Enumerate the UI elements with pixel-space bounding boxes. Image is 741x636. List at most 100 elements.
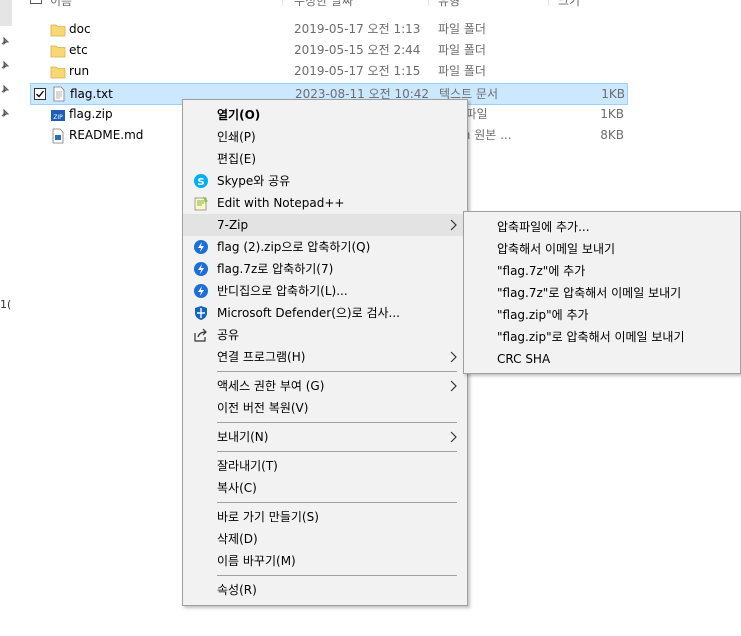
menu-item-share[interactable]: 공유 (183, 324, 467, 346)
file-type: 파일 폴더 (438, 43, 486, 57)
menu-item-label: 편집(E) (217, 152, 257, 166)
submenu-item-crc-sha[interactable]: CRC SHA (464, 348, 740, 370)
menu-item-send-to[interactable]: 보내기(N) (183, 426, 467, 448)
bandizip-icon (194, 284, 208, 298)
menu-item-7zip[interactable]: 7-Zip (183, 214, 467, 236)
folder-icon (50, 24, 66, 37)
menu-item-notepad-plus-plus[interactable]: Edit with Notepad++ (183, 192, 467, 214)
pin-icon[interactable] (0, 60, 10, 70)
menu-item-print[interactable]: 인쇄(P) (183, 126, 467, 148)
submenu-item-label: "flag.7z"로 압축해서 이메일 보내기 (497, 286, 682, 300)
submenu-item-compress-email[interactable]: 압축해서 이메일 보내기 (464, 238, 740, 260)
file-date: 2019-05-17 오전 1:13 (294, 22, 421, 36)
file-type: 파일 폴더 (438, 22, 486, 36)
menu-item-open[interactable]: 열기(O) (183, 104, 467, 126)
folder-icon (50, 66, 66, 79)
menu-item-cut[interactable]: 잘라내기(T) (183, 455, 467, 477)
column-header-type[interactable]: 유형 (438, 0, 460, 9)
file-name: etc (69, 43, 88, 57)
file-size: 1KB (600, 107, 624, 121)
row-checkbox[interactable] (34, 88, 46, 100)
svg-text:S: S (197, 177, 204, 188)
file-size: 8KB (600, 128, 624, 142)
menu-item-label: Microsoft Defender(으)로 검사... (217, 306, 400, 320)
column-divider[interactable] (282, 0, 283, 6)
submenu-item-add-zip[interactable]: "flag.zip"에 추가 (464, 304, 740, 326)
submenu-item-label: 압축파일에 추가... (497, 220, 590, 234)
menu-item-label: 복사(C) (217, 481, 257, 495)
check-icon (36, 90, 45, 98)
file-row[interactable]: run 2019-05-17 오전 1:15 파일 폴더 (30, 61, 628, 83)
menu-item-edit[interactable]: 편집(E) (183, 148, 467, 170)
menu-item-give-access[interactable]: 액세스 권한 부여 (G) (183, 375, 467, 397)
menu-item-label: flag.7z로 압축하기(7) (217, 262, 334, 276)
notepad-plus-plus-icon (194, 196, 208, 211)
pin-icon[interactable] (0, 84, 10, 94)
menu-item-compress-zip[interactable]: flag (2).zip으로 압축하기(Q) (183, 236, 467, 258)
defender-icon (195, 306, 207, 320)
menu-item-label: Edit with Notepad++ (217, 196, 345, 210)
column-divider[interactable] (548, 0, 549, 6)
file-date: 2019-05-17 오전 1:15 (294, 64, 421, 78)
file-type: 파일 폴더 (438, 64, 486, 78)
submenu-item-label: CRC SHA (497, 352, 551, 366)
select-all-checkbox[interactable] (30, 0, 42, 4)
menu-separator (217, 422, 457, 423)
submenu-item-7z-email[interactable]: "flag.7z"로 압축해서 이메일 보내기 (464, 282, 740, 304)
submenu-item-zip-email[interactable]: "flag.zip"로 압축해서 이메일 보내기 (464, 326, 740, 348)
menu-item-properties[interactable]: 속성(R) (183, 579, 467, 601)
file-name: flag.txt (70, 87, 113, 101)
menu-item-compress-7z[interactable]: flag.7z로 압축하기(7) (183, 258, 467, 280)
column-header-size[interactable]: 크기 (558, 0, 580, 9)
column-divider[interactable] (428, 0, 429, 6)
file-name: flag.zip (69, 107, 113, 121)
menu-item-create-shortcut[interactable]: 바로 가기 만들기(S) (183, 506, 467, 528)
file-row[interactable]: doc 2019-05-17 오전 1:13 파일 폴더 (30, 19, 628, 41)
submenu-item-label: "flag.zip"에 추가 (497, 308, 589, 322)
menu-item-defender-scan[interactable]: Microsoft Defender(으)로 검사... (183, 302, 467, 324)
menu-item-open-with[interactable]: 연결 프로그램(H) (183, 346, 467, 368)
bandizip-icon (194, 262, 208, 276)
menu-item-restore-previous[interactable]: 이전 버전 복원(V) (183, 397, 467, 419)
menu-separator (217, 371, 457, 372)
file-size: 1KB (601, 87, 625, 101)
markdown-file-icon (52, 128, 64, 144)
menu-separator (217, 502, 457, 503)
file-row[interactable]: etc 2019-05-15 오전 2:44 파일 폴더 (30, 40, 628, 62)
navigation-pane: 1( (0, 0, 13, 636)
menu-item-label: 속성(R) (217, 583, 257, 597)
menu-item-label: flag (2).zip으로 압축하기(Q) (217, 240, 371, 254)
menu-item-copy[interactable]: 복사(C) (183, 477, 467, 499)
file-date: 2019-05-15 오전 2:44 (294, 43, 421, 57)
menu-separator (217, 575, 457, 576)
menu-item-share-skype[interactable]: S Skype와 공유 (183, 170, 467, 192)
pin-icon[interactable] (0, 36, 10, 46)
chevron-right-icon (450, 380, 457, 392)
menu-item-label: 연결 프로그램(H) (217, 350, 306, 364)
menu-item-label: 공유 (217, 328, 240, 342)
column-header-date[interactable]: 수정한 날짜 (294, 0, 353, 9)
share-icon (194, 328, 207, 342)
menu-item-label: 액세스 권한 부여 (G) (217, 379, 325, 393)
svg-text:ZIP: ZIP (53, 114, 63, 121)
menu-item-rename[interactable]: 이름 바꾸기(M) (183, 550, 467, 572)
menu-item-label: Skype와 공유 (217, 174, 291, 188)
folder-icon (50, 45, 66, 58)
menu-item-label: 7-Zip (217, 218, 249, 232)
zip-file-icon: ZIP (51, 110, 65, 121)
menu-item-label: 잘라내기(T) (217, 459, 278, 473)
column-header-name[interactable]: 이름 (50, 0, 72, 9)
column-header-row: 이름 수정한 날짜 유형 크기 (30, 0, 628, 8)
menu-item-delete[interactable]: 삭제(D) (183, 528, 467, 550)
file-name: run (69, 64, 90, 78)
menu-item-bandizip-compress[interactable]: 반디집으로 압축하기(L)... (183, 280, 467, 302)
text-file-icon (53, 86, 65, 102)
submenu-item-add-7z[interactable]: "flag.7z"에 추가 (464, 260, 740, 282)
sevenzip-submenu: 압축파일에 추가... 압축해서 이메일 보내기 "flag.7z"에 추가 "… (463, 211, 741, 374)
nav-scroll-thumb[interactable] (0, 0, 12, 26)
file-name: README.md (69, 128, 144, 142)
submenu-item-add-to-archive[interactable]: 압축파일에 추가... (464, 216, 740, 238)
chevron-right-icon (450, 351, 457, 363)
submenu-item-label: "flag.zip"로 압축해서 이메일 보내기 (497, 330, 685, 344)
pin-icon[interactable] (0, 108, 10, 118)
